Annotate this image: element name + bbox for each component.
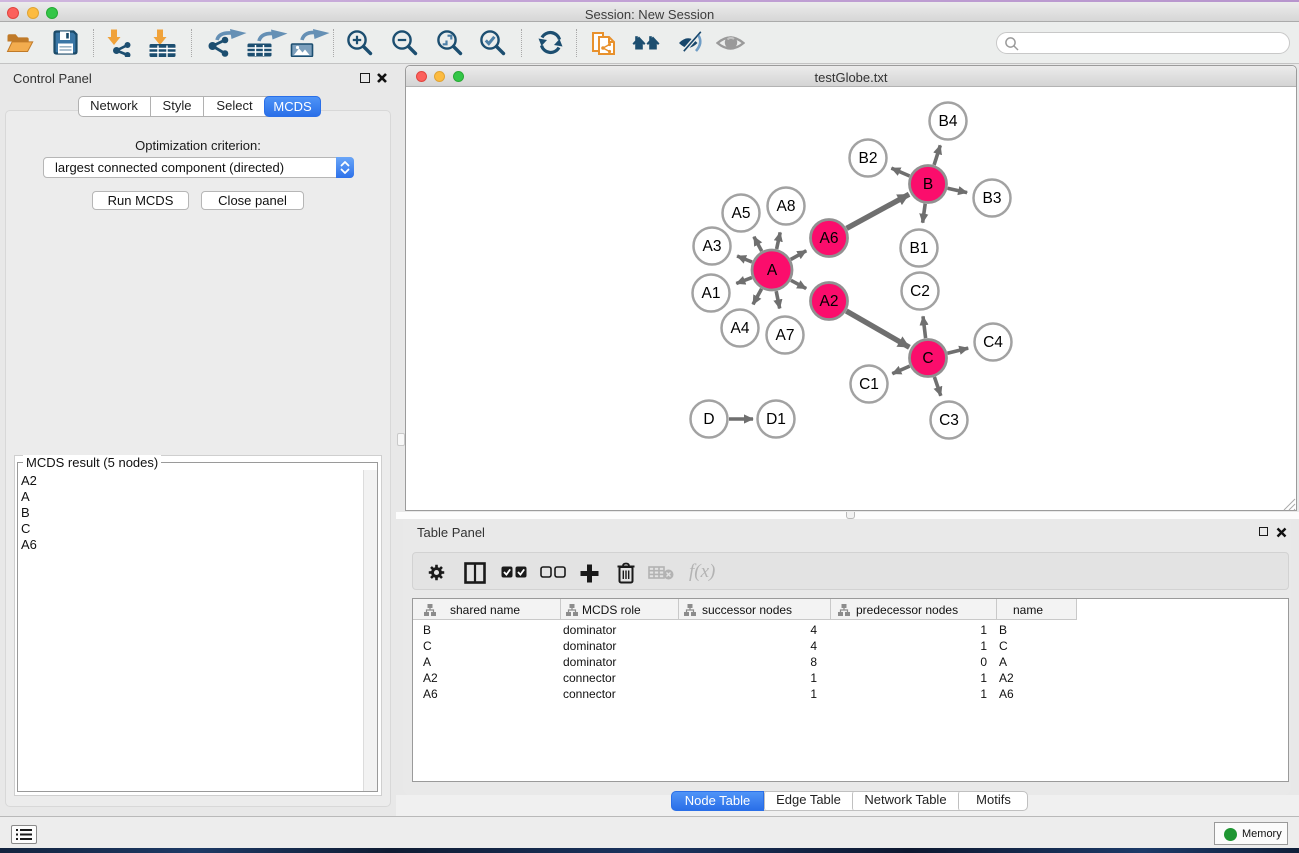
svg-text:C: C bbox=[922, 350, 933, 367]
svg-text:A7: A7 bbox=[776, 327, 795, 344]
svg-text:A6: A6 bbox=[820, 230, 839, 247]
svg-text:C2: C2 bbox=[910, 283, 930, 300]
svg-text:B2: B2 bbox=[859, 150, 878, 167]
svg-text:A4: A4 bbox=[731, 320, 750, 337]
svg-text:B: B bbox=[923, 176, 933, 193]
svg-text:A2: A2 bbox=[820, 293, 839, 310]
svg-text:B3: B3 bbox=[983, 190, 1002, 207]
svg-text:B4: B4 bbox=[939, 113, 958, 130]
svg-text:D: D bbox=[703, 411, 714, 428]
svg-text:A3: A3 bbox=[703, 238, 722, 255]
svg-text:B1: B1 bbox=[910, 240, 929, 257]
svg-text:A5: A5 bbox=[732, 205, 751, 222]
svg-text:D1: D1 bbox=[766, 411, 786, 428]
svg-text:C3: C3 bbox=[939, 412, 959, 429]
svg-text:A8: A8 bbox=[777, 198, 796, 215]
svg-text:C4: C4 bbox=[983, 334, 1003, 351]
svg-text:A1: A1 bbox=[702, 285, 721, 302]
svg-text:A: A bbox=[767, 262, 778, 279]
svg-text:C1: C1 bbox=[859, 376, 879, 393]
